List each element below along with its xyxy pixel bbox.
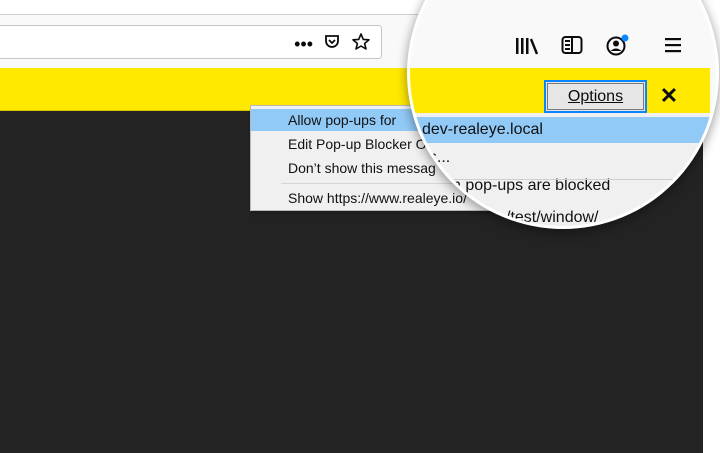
url-bar[interactable]: ••• bbox=[0, 25, 382, 59]
lens-menu-item-dont-show[interactable]: n pop-ups are blocked bbox=[410, 173, 716, 199]
page-actions-icon[interactable]: ••• bbox=[294, 34, 313, 54]
magnifier-lens: Options ✕ dev-realeye.local ns... n pop-… bbox=[410, 0, 716, 226]
lens-menu-item-options[interactable]: ns... bbox=[410, 145, 716, 171]
account-icon[interactable] bbox=[605, 34, 631, 61]
library-icon[interactable] bbox=[515, 36, 539, 61]
close-icon[interactable]: ✕ bbox=[658, 84, 680, 108]
url-bar-actions: ••• bbox=[294, 32, 371, 56]
star-icon[interactable] bbox=[351, 32, 371, 56]
sidebar-icon[interactable] bbox=[561, 35, 583, 60]
pocket-icon[interactable] bbox=[323, 33, 341, 55]
lens-menu-separator bbox=[410, 179, 710, 180]
hamburger-menu-icon[interactable] bbox=[663, 36, 683, 59]
lens-menu: dev-realeye.local ns... n pop-ups are bl… bbox=[410, 113, 716, 226]
lens-menu-item-domain[interactable]: dev-realeye.local bbox=[410, 117, 716, 143]
options-button[interactable]: Options bbox=[544, 80, 647, 113]
lens-menu-item-show[interactable]: /test/window/ bbox=[410, 205, 716, 226]
